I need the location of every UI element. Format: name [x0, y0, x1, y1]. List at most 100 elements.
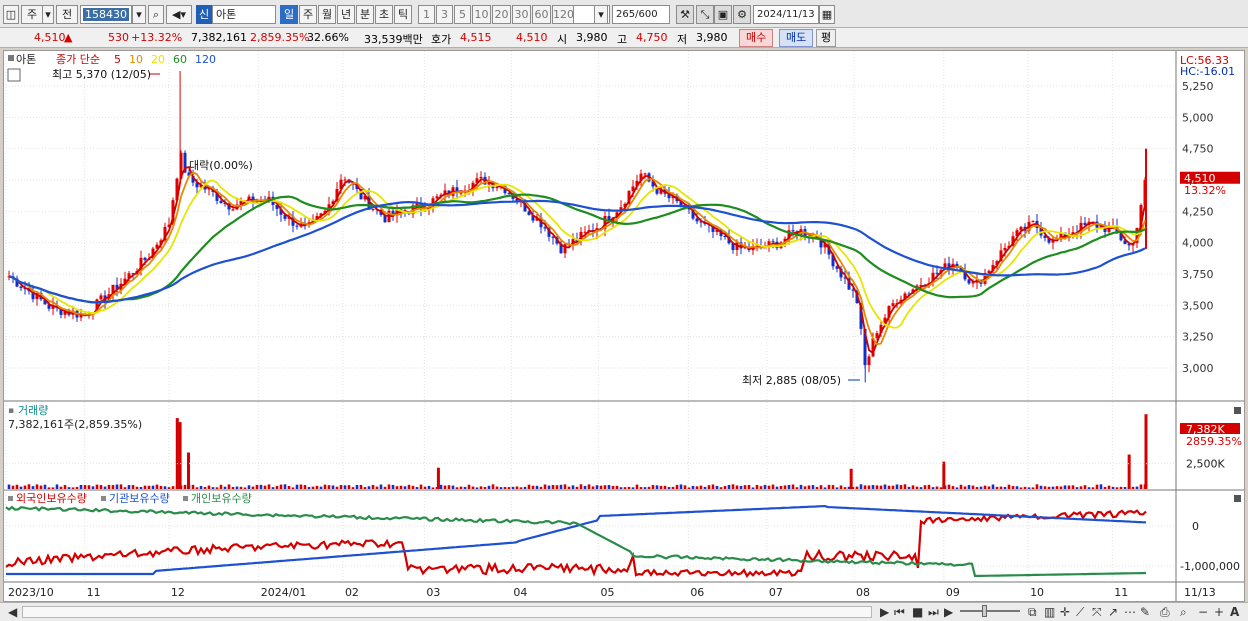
auto-scale-icon[interactable]: A — [1230, 605, 1239, 619]
settings-gear-icon[interactable]: ⚙ — [733, 5, 751, 24]
stock-code-input[interactable]: 158430 — [80, 5, 132, 24]
volume-bar — [43, 484, 47, 489]
volume-bar — [299, 484, 303, 489]
volume-bar — [1007, 484, 1011, 489]
sound-icon[interactable]: ◀▾ — [166, 5, 192, 24]
x-axis-label: 05 — [600, 586, 614, 599]
volume-bar — [31, 486, 35, 489]
volume-bar — [307, 487, 311, 489]
volume-bar — [1135, 486, 1139, 489]
rewind-icon[interactable]: ⏮ — [894, 605, 905, 619]
market-label: 주 — [26, 8, 38, 21]
volume-bar — [987, 486, 991, 489]
code-dropdown-icon[interactable]: ▾ — [132, 5, 146, 24]
volume-bar — [355, 484, 359, 489]
period-tab-3[interactable]: 년 — [337, 5, 355, 24]
zoom-in-icon[interactable]: + — [1214, 605, 1224, 619]
new-badge[interactable]: 신 — [196, 5, 212, 24]
period-tab-6[interactable]: 틱 — [394, 5, 412, 24]
volume-bar — [59, 486, 63, 489]
count-field[interactable]: 265/600 — [612, 5, 670, 24]
volume-bar — [939, 487, 943, 489]
volume-bar — [723, 485, 727, 489]
crosshair-icon[interactable]: ✛ — [1060, 605, 1070, 619]
period-tab-4[interactable]: 분 — [356, 5, 374, 24]
chart-canvas[interactable]: 2023/10 11 12 2024/01 02 03 04 05 06 07 08 09 10 11 11… — [4, 51, 1244, 601]
market-select[interactable]: 주 — [21, 5, 43, 24]
volume-bar — [623, 487, 627, 489]
volume-bar — [835, 487, 839, 489]
save-icon[interactable]: ▣ — [714, 5, 732, 24]
period-icon[interactable]: ⤧ — [1092, 605, 1102, 619]
grid-layout-icon[interactable]: ▥ — [1044, 605, 1055, 619]
drawing-tool-icon[interactable]: ⤡ — [696, 5, 714, 24]
interval-button-60[interactable]: 60 — [532, 5, 551, 24]
arrow-tool-icon[interactable]: ↗ — [1108, 605, 1118, 619]
window-menu-icon[interactable]: ◫ — [3, 5, 19, 24]
period-tab-0[interactable]: 일 — [280, 5, 298, 24]
scroll-left-icon[interactable]: ◀ — [8, 605, 17, 619]
horizontal-scrollbar[interactable] — [22, 606, 872, 618]
volume-bar — [119, 484, 123, 489]
calendar-icon[interactable]: ▦ — [819, 5, 835, 24]
prev-button[interactable]: 전 — [56, 5, 78, 24]
volume-spike-bar — [187, 452, 191, 489]
volume-bar — [15, 484, 19, 489]
chart-area[interactable]: 2023/10 11 12 2024/01 02 03 04 05 06 07 08 09 10 11 11… — [3, 50, 1245, 602]
evaluate-button[interactable]: 평 — [816, 29, 837, 47]
volume-bar — [643, 487, 647, 489]
interval-button-20[interactable]: 20 — [492, 5, 511, 24]
x-axis-label: 2024/01 — [261, 586, 307, 599]
fib-icon[interactable]: ⋯ — [1124, 605, 1136, 619]
text-tool-icon[interactable]: ✎ — [1140, 605, 1150, 619]
interval-button-1[interactable]: 1 — [418, 5, 435, 24]
search-icon[interactable]: ⌕ — [148, 5, 164, 24]
scroll-right-icon[interactable]: ▶ — [880, 605, 889, 619]
interval-button-30[interactable]: 30 — [512, 5, 531, 24]
interval-button-3[interactable]: 3 — [436, 5, 453, 24]
interval-button-120[interactable]: 120 — [552, 5, 574, 24]
toolbar: ◫ 주 ▾ 전 158430 ▾ ⌕ ◀▾ 신 아톤 ▾ 265/600 ⚒ ⤡… — [0, 0, 1248, 28]
candle-body — [771, 241, 775, 243]
stop-icon[interactable]: ■ — [912, 605, 923, 619]
forward-icon[interactable]: ⏭ — [928, 605, 939, 619]
period-tab-2[interactable]: 월 — [318, 5, 336, 24]
zoom-slider-handle[interactable] — [982, 605, 987, 617]
volume-bar — [107, 484, 111, 489]
zoom-search-icon[interactable]: ⌕ — [1180, 605, 1187, 619]
volume-bar — [1047, 486, 1051, 489]
ma-line-120 — [8, 199, 1146, 304]
sell-button[interactable]: 매도 — [779, 29, 814, 47]
calc-icon — [7, 68, 21, 82]
candle-body — [643, 173, 647, 175]
volume-value-label: 7,382,161주(2,859.35%) — [8, 418, 142, 431]
volume-bar — [423, 486, 427, 489]
play-icon[interactable]: ▶ — [944, 605, 953, 619]
volume-title: 거래량 — [18, 404, 48, 417]
market-dropdown-icon[interactable]: ▾ — [42, 5, 54, 24]
volume-bar — [751, 487, 755, 489]
date-field[interactable]: 2024/11/13 — [753, 5, 819, 24]
volume-bar — [675, 484, 679, 489]
y-axis-label: 4,000 — [1182, 237, 1214, 250]
volume-bar — [647, 486, 651, 489]
candle-body — [295, 225, 299, 227]
indicator-icon[interactable]: ⚒ — [676, 5, 694, 24]
stock-code-value: 158430 — [83, 8, 129, 21]
volume-bar — [871, 485, 875, 489]
zoom-out-icon[interactable]: − — [1198, 605, 1208, 619]
buy-button[interactable]: 매수 — [739, 29, 774, 47]
volume-bar — [231, 486, 235, 489]
print-icon[interactable]: ⎙ — [1160, 605, 1170, 619]
stock-name-field[interactable]: 아톤 — [212, 5, 276, 24]
period-tab-5[interactable]: 초 — [375, 5, 393, 24]
trendline-icon[interactable]: ⟋ — [1076, 605, 1084, 619]
zoom-slider-track[interactable] — [960, 610, 1020, 612]
window-layout-icon[interactable]: ⧉ — [1028, 605, 1037, 619]
period-tab-1[interactable]: 주 — [299, 5, 317, 24]
interval-button-5[interactable]: 5 — [454, 5, 471, 24]
interval-button-10[interactable]: 10 — [472, 5, 491, 24]
min-price-label: 최저 2,885 (08/05) — [742, 374, 841, 387]
interval-dropdown-icon[interactable]: ▾ — [594, 5, 608, 24]
legend-ma-10: 10 — [129, 53, 143, 66]
